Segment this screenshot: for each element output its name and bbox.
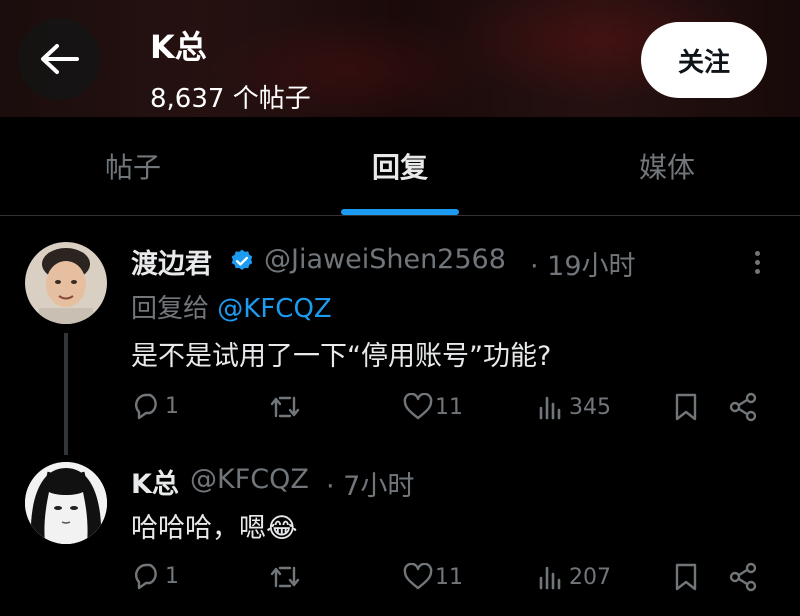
reply-post[interactable]: K总 @KFCQZ · 7小时 哈哈哈，嗯😂 1 11 207 xyxy=(0,442,800,616)
repost-button[interactable] xyxy=(270,394,300,420)
share-button[interactable] xyxy=(728,562,758,592)
bookmark-icon xyxy=(675,563,697,591)
tab-media[interactable]: 媒体 xyxy=(534,117,800,215)
post-text: 哈哈哈，嗯😂 xyxy=(131,513,298,544)
views-button[interactable]: 345 xyxy=(537,394,611,420)
post-text: 是不是试用了一下“停用账号”功能? xyxy=(131,341,552,372)
profile-name: K总 xyxy=(150,28,207,66)
heart-icon xyxy=(403,393,433,420)
profile-tabs: 帖子 回复 媒体 xyxy=(0,117,800,216)
bookmark-icon xyxy=(675,393,697,421)
author-handle[interactable]: @KFCQZ xyxy=(190,464,309,495)
heart-icon xyxy=(403,563,433,590)
post-time[interactable]: · 7小时 xyxy=(326,464,414,503)
like-count: 11 xyxy=(435,394,463,420)
like-count: 11 xyxy=(435,564,463,590)
share-icon xyxy=(729,562,757,592)
author-handle[interactable]: @JiaweiShen2568 xyxy=(264,244,506,275)
views-chart-icon xyxy=(539,566,561,590)
avatar[interactable] xyxy=(25,242,107,324)
view-count: 345 xyxy=(569,394,611,420)
reply-prefix: 回复给 xyxy=(131,294,210,324)
active-tab-indicator xyxy=(341,209,459,215)
reply-context: 回复给 @KFCQZ xyxy=(131,288,332,325)
views-chart-icon xyxy=(539,396,561,420)
author-name[interactable]: K总 xyxy=(131,462,179,501)
arrow-left-icon xyxy=(41,44,79,74)
reply-to-handle[interactable]: @KFCQZ xyxy=(217,294,331,324)
comment-icon xyxy=(134,393,157,420)
like-button[interactable]: 11 xyxy=(403,563,463,591)
repost-button[interactable] xyxy=(270,564,300,590)
reply-button[interactable]: 1 xyxy=(133,392,179,420)
bookmark-button[interactable] xyxy=(673,392,699,422)
profile-header: K总 8,637 个帖子 关注 xyxy=(0,0,800,117)
author-name[interactable]: 渡边君 xyxy=(131,242,212,281)
reply-post[interactable]: 渡边君 @JiaweiShen2568 · 19小时 回复给 @KFCQZ 是不… xyxy=(0,216,800,442)
follow-button[interactable]: 关注 xyxy=(641,22,767,98)
bookmark-button[interactable] xyxy=(673,562,699,592)
repost-icon xyxy=(270,566,300,588)
reply-count: 1 xyxy=(165,393,179,419)
repost-icon xyxy=(270,396,300,418)
reply-count: 1 xyxy=(165,563,179,589)
post-time[interactable]: · 19小时 xyxy=(530,244,636,283)
share-icon xyxy=(729,392,757,422)
comment-icon xyxy=(134,563,157,590)
avatar[interactable] xyxy=(25,462,107,544)
tab-replies[interactable]: 回复 xyxy=(267,117,533,215)
back-button[interactable] xyxy=(18,18,100,100)
share-button[interactable] xyxy=(728,392,758,422)
tab-posts[interactable]: 帖子 xyxy=(0,117,266,215)
post-count: 8,637 个帖子 xyxy=(150,84,311,114)
reply-button[interactable]: 1 xyxy=(133,562,179,590)
more-options-icon[interactable] xyxy=(752,247,762,278)
like-button[interactable]: 11 xyxy=(403,393,463,421)
views-button[interactable]: 207 xyxy=(537,564,611,590)
view-count: 207 xyxy=(569,564,611,590)
verified-badge-icon xyxy=(231,249,253,270)
